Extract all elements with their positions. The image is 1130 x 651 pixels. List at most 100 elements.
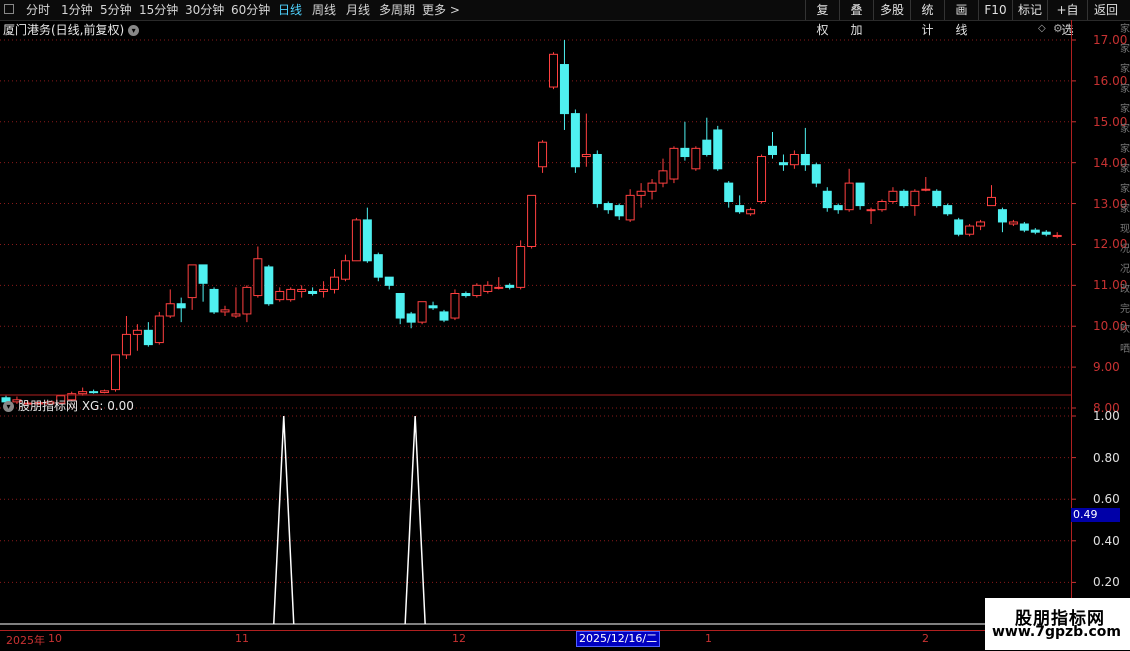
indicator-axis-label: 1.00 xyxy=(1093,409,1120,423)
diamond-icon[interactable]: ◇ xyxy=(1038,23,1046,34)
candle-body xyxy=(822,190,832,209)
candle-body xyxy=(976,221,986,227)
candle-body xyxy=(264,266,274,305)
gear-icon[interactable]: ⚙ xyxy=(1053,22,1063,35)
candle-body xyxy=(1019,223,1029,231)
candle-body xyxy=(724,182,734,203)
candle-body xyxy=(669,147,679,180)
candle-body xyxy=(121,333,131,356)
indicator-title: ▾ 股朋指标网 XG: 0.00 xyxy=(3,397,134,414)
candle-body xyxy=(187,264,197,299)
indicator-axis-label: 0.20 xyxy=(1093,575,1120,590)
candle-body xyxy=(910,190,920,207)
candle-body xyxy=(746,209,756,215)
candle-body xyxy=(921,188,931,191)
candle-body xyxy=(877,201,887,211)
candle-body xyxy=(757,156,767,203)
candle-body xyxy=(362,219,372,262)
indicator-spike xyxy=(273,415,295,625)
candle-body xyxy=(899,190,909,207)
candle-body xyxy=(614,205,624,217)
candle-body xyxy=(592,153,602,205)
candle-body xyxy=(691,147,701,170)
date-axis: 2025年 10 11 12 1 2 xyxy=(0,630,1071,651)
candle-body xyxy=(472,284,482,297)
candle-body xyxy=(253,258,263,297)
candle-body xyxy=(570,113,580,168)
edge-info-strip: 家家家家家家家家家家现况况改完吹哂 xyxy=(1120,24,1130,355)
candle-body xyxy=(505,284,515,288)
candle-body xyxy=(549,53,558,88)
candle-body xyxy=(1041,231,1051,235)
candle-body xyxy=(297,288,307,292)
kline-chart[interactable] xyxy=(0,0,1130,650)
chevron-down-icon[interactable]: ▾ xyxy=(128,25,140,36)
candle-body xyxy=(735,205,745,213)
candle-body xyxy=(275,290,285,301)
indicator-series xyxy=(273,415,426,625)
candle-body xyxy=(395,293,405,319)
candle-body xyxy=(811,164,821,184)
candle-body xyxy=(417,301,427,323)
candle-body xyxy=(538,141,548,168)
candle-body xyxy=(1030,229,1040,233)
candle-body xyxy=(987,196,996,207)
indicator-axis-label: 0.40 xyxy=(1093,533,1120,548)
candle-body xyxy=(965,225,975,235)
candle-body xyxy=(100,390,110,393)
candle-body xyxy=(450,293,460,319)
date-label-oct: 10 xyxy=(48,632,62,645)
candle-body xyxy=(713,129,723,170)
crosshair-date: 2025/12/16/二 xyxy=(576,631,661,647)
chevron-down-icon[interactable]: ▾ xyxy=(3,401,14,412)
candle-body xyxy=(680,147,690,158)
candle-body xyxy=(351,219,361,262)
current-value-tag: 0.49 xyxy=(1071,508,1120,522)
candle-body xyxy=(111,354,120,391)
candle-body xyxy=(581,153,591,158)
candle-body xyxy=(132,329,142,335)
candle-body xyxy=(516,245,526,288)
date-label-jan: 1 xyxy=(705,632,712,645)
date-label-nov: 11 xyxy=(235,632,249,645)
indicator-label: 股朋指标网 XG: 0.00 xyxy=(18,399,134,413)
candle-body xyxy=(154,315,164,344)
candle-body xyxy=(702,139,712,155)
watermark-url: www.7gpzb.com xyxy=(992,624,1122,640)
candle-body xyxy=(406,313,416,323)
candle-body xyxy=(461,293,471,297)
candle-body xyxy=(143,329,153,346)
candle-body xyxy=(1008,221,1018,225)
candle-body xyxy=(428,305,438,309)
candle-body xyxy=(789,153,799,166)
candlestick-series xyxy=(1,40,1062,406)
candle-body xyxy=(165,303,175,317)
candle-body xyxy=(330,276,339,290)
date-label-dec: 12 xyxy=(452,632,466,645)
date-label-feb: 2 xyxy=(922,632,929,645)
candle-body xyxy=(844,182,854,211)
candle-body xyxy=(384,276,394,286)
candle-body xyxy=(527,194,537,247)
stock-title: 厦门港务(日线,前复权) xyxy=(3,23,125,37)
indicator-spike xyxy=(404,415,426,625)
candle-body xyxy=(231,313,241,317)
candle-body xyxy=(866,209,876,212)
candle-body xyxy=(1052,234,1062,237)
indicator-axis-label: 0.80 xyxy=(1093,450,1120,465)
candle-body xyxy=(625,194,635,221)
indicator-axis-label: 0.60 xyxy=(1093,492,1120,507)
candle-body xyxy=(997,209,1007,223)
candle-body xyxy=(636,190,646,196)
candle-body xyxy=(888,190,898,203)
candle-body xyxy=(768,145,777,155)
candle-body xyxy=(89,391,99,394)
candle-body xyxy=(319,288,329,292)
candle-body xyxy=(439,311,449,321)
candle-body xyxy=(603,203,613,211)
candle-body xyxy=(658,170,668,184)
candle-body xyxy=(242,286,252,315)
candle-body xyxy=(559,64,569,115)
candle-body xyxy=(800,153,810,166)
candle-body xyxy=(198,264,208,284)
